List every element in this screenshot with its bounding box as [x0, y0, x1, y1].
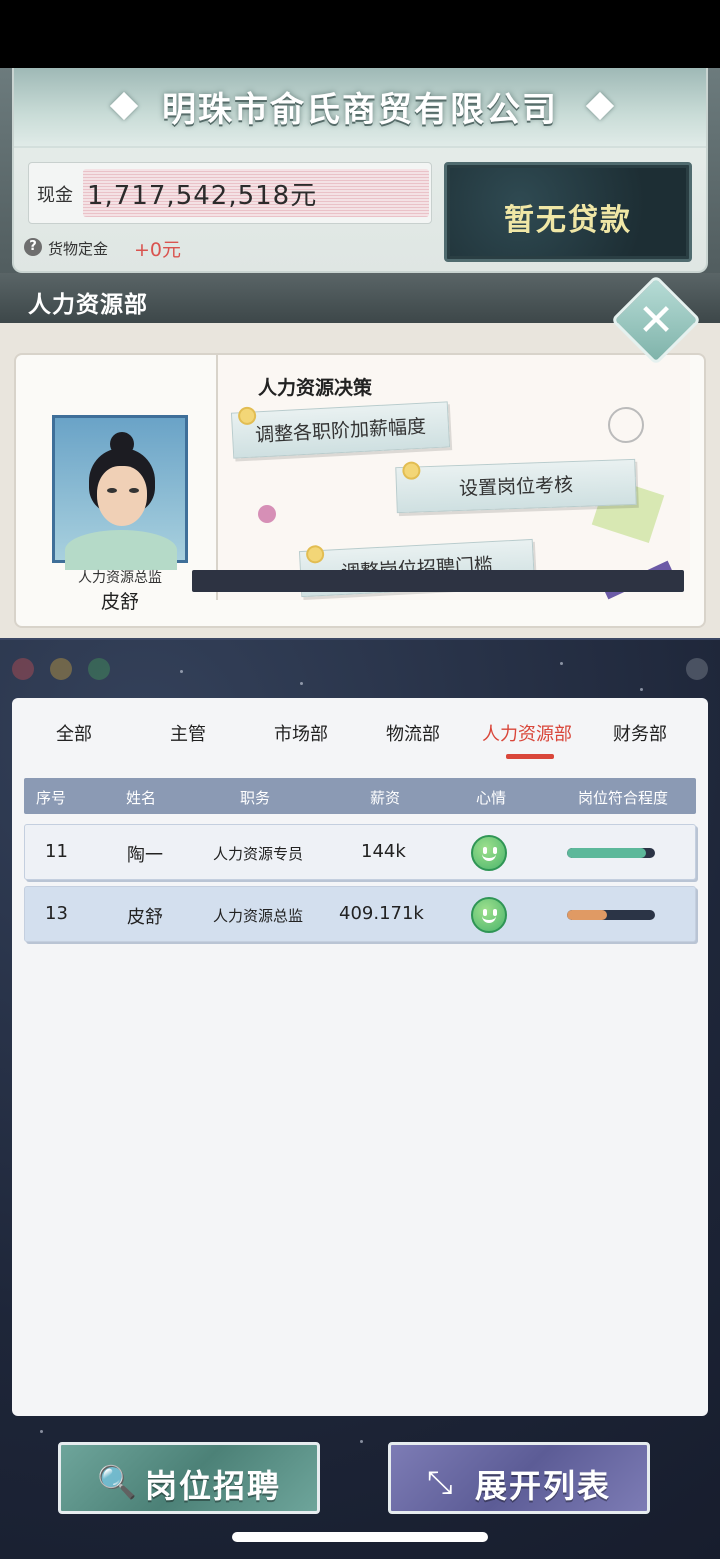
cash-value: 1,717,542,518元: [87, 181, 318, 211]
company-card: 明珠市俞氏商贸有限公司 现金 1,717,542,518元 ? 货物定金 +0元…: [12, 68, 708, 273]
star-decoration: [300, 682, 303, 685]
manager-role: 人力资源总监: [78, 570, 162, 586]
staff-list-panel: 全部 主管 市场部 物流部 人力资源部 财务部 序号 姓名 职务 薪资 心情 岗…: [12, 698, 708, 1416]
table-row[interactable]: 11 陶一 人力资源专员 144k: [24, 824, 696, 880]
question-icon[interactable]: ?: [24, 238, 42, 256]
window-minimize-dot: [50, 658, 72, 680]
close-icon[interactable]: ✕: [624, 296, 688, 346]
table-header: 序号 姓名 职务 薪资 心情 岗位符合程度: [24, 778, 696, 814]
company-banner: 明珠市俞氏商贸有限公司: [14, 68, 706, 148]
department-tabs: 全部 主管 市场部 物流部 人力资源部 财务部: [12, 698, 708, 770]
header-salary: 薪资: [370, 789, 401, 807]
star-decoration: [560, 662, 563, 665]
expand-arrows-icon: ⤡: [427, 1463, 453, 1501]
raise-adjust-label: 调整各职阶加薪幅度: [254, 415, 427, 447]
row-name: 皮舒: [127, 907, 163, 928]
company-panel: 明珠市俞氏商贸有限公司 现金 1,717,542,518元 ? 货物定金 +0元…: [0, 68, 720, 323]
header-index: 序号: [36, 789, 67, 807]
row-name: 陶一: [127, 845, 163, 866]
active-tab-indicator: [506, 754, 554, 759]
happy-face-icon: [471, 897, 507, 933]
recruit-button-label: 岗位招聘: [145, 1467, 282, 1505]
header-name: 姓名: [126, 789, 157, 807]
expand-list-button[interactable]: ⤡ 展开列表: [388, 1442, 650, 1514]
tab-finance[interactable]: 财务部: [613, 720, 667, 746]
home-indicator[interactable]: [232, 1532, 488, 1542]
window-close-dot: [12, 658, 34, 680]
table-row[interactable]: 13 皮舒 人力资源总监 409.171k: [24, 886, 696, 942]
fit-progress-bar: [567, 848, 655, 858]
pin-icon: [404, 463, 419, 478]
deposit-value: +0元: [134, 239, 182, 261]
loan-button[interactable]: 暂无贷款: [444, 162, 692, 262]
star-decoration: [180, 670, 183, 673]
pin-icon: [239, 408, 255, 424]
board-base: [192, 570, 684, 592]
row-index: 11: [45, 841, 68, 862]
job-assessment-label: 设置岗位考核: [458, 474, 574, 500]
portrait-face: [97, 466, 147, 526]
row-salary: 409.171k: [339, 903, 424, 924]
staff-list-window: 全部 主管 市场部 物流部 人力资源部 财务部 序号 姓名 职务 薪资 心情 岗…: [0, 638, 720, 1559]
tab-marketing[interactable]: 市场部: [274, 720, 328, 746]
tab-supervisor[interactable]: 主管: [170, 720, 206, 746]
row-index: 13: [45, 903, 68, 924]
decision-area: 人力资源总监 皮舒 人力资源决策 调整各职阶加薪幅度 设置岗位考核 调整岗位招聘…: [0, 323, 720, 638]
decision-board: 人力资源决策 调整各职阶加薪幅度 设置岗位考核 调整岗位招聘门槛: [216, 355, 690, 600]
portrait-eye-right: [129, 488, 139, 493]
tab-logistics[interactable]: 物流部: [386, 720, 440, 746]
status-bar: [0, 0, 720, 68]
header-mood: 心情: [476, 789, 507, 807]
cash-label: 现金: [37, 185, 73, 206]
row-role: 人力资源总监: [213, 907, 304, 925]
row-role: 人力资源专员: [213, 845, 304, 863]
tab-all[interactable]: 全部: [56, 720, 92, 746]
fit-progress-fill: [567, 848, 647, 858]
window-option-dot: [686, 658, 708, 680]
window-maximize-dot: [88, 658, 110, 680]
row-salary: 144k: [361, 841, 406, 862]
fit-progress-bar: [567, 910, 655, 920]
happy-face-icon: [471, 835, 507, 871]
cash-box: 现金 1,717,542,518元: [28, 162, 432, 224]
fit-progress-fill: [567, 910, 607, 920]
recruit-button[interactable]: 🔍 岗位招聘: [58, 1442, 320, 1514]
portrait-eye-left: [107, 488, 117, 493]
lightbulb-doodle-icon: [608, 407, 644, 443]
pin-icon: [307, 546, 323, 562]
document-search-icon: 🔍: [97, 1463, 137, 1501]
manager-name: 皮舒: [100, 591, 139, 613]
portrait-body: [65, 530, 177, 570]
deposit-label: 货物定金: [48, 240, 109, 258]
header-role: 职务: [240, 789, 271, 807]
pushpin-icon: [258, 505, 276, 523]
department-title: 人力资源部: [28, 292, 148, 318]
loan-button-label: 暂无贷款: [504, 203, 632, 238]
tab-human-resources[interactable]: 人力资源部: [482, 720, 572, 746]
decision-title: 人力资源决策: [258, 377, 373, 399]
star-decoration: [640, 688, 643, 691]
star-decoration: [360, 1440, 363, 1443]
expand-button-label: 展开列表: [475, 1467, 612, 1505]
header-fit: 岗位符合程度: [578, 789, 669, 807]
manager-portrait[interactable]: [52, 415, 188, 570]
job-assessment-button[interactable]: 设置岗位考核: [395, 458, 637, 514]
raise-adjust-button[interactable]: 调整各职阶加薪幅度: [230, 401, 451, 459]
department-title-bar: 人力资源部: [0, 273, 720, 323]
star-decoration: [40, 1430, 43, 1433]
